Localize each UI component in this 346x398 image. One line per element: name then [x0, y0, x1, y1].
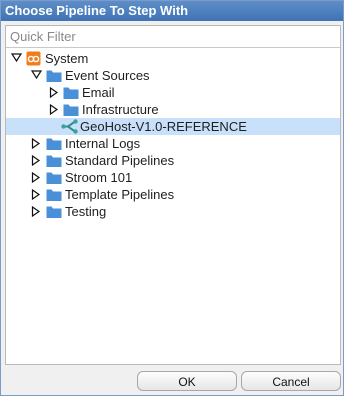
tree-item-label: Internal Logs — [65, 136, 141, 151]
folder-icon — [46, 153, 62, 168]
pipeline-tree: System Event Sources Email Infrastructur… — [6, 50, 340, 220]
expanded-triangle-icon[interactable] — [10, 50, 22, 67]
collapsed-triangle-icon[interactable] — [30, 203, 42, 220]
folder-icon — [46, 136, 62, 151]
tree-item-label: Infrastructure — [82, 102, 159, 117]
tree-item-standard-pipelines[interactable]: Standard Pipelines — [6, 152, 340, 169]
cancel-button[interactable]: Cancel — [241, 371, 341, 391]
tree-item-geohost-pipeline[interactable]: GeoHost-V1.0-REFERENCE — [6, 118, 340, 135]
tree-item-system[interactable]: System — [6, 50, 340, 67]
tree-item-internal-logs[interactable]: Internal Logs — [6, 135, 340, 152]
tree-item-label: Template Pipelines — [65, 187, 175, 202]
tree-panel: System Event Sources Ema — [5, 25, 341, 365]
tree-item-event-sources[interactable]: Event Sources — [6, 67, 340, 84]
collapsed-triangle-icon[interactable] — [30, 152, 42, 169]
collapsed-triangle-icon[interactable] — [30, 169, 42, 186]
tree-item-testing[interactable]: Testing — [6, 203, 340, 220]
ok-button[interactable]: OK — [137, 371, 237, 391]
dialog-footer: OK Cancel — [1, 367, 343, 395]
choose-pipeline-dialog: Choose Pipeline To Step With System — [0, 0, 344, 396]
tree-item-template-pipelines[interactable]: Template Pipelines — [6, 186, 340, 203]
folder-icon — [63, 85, 79, 100]
collapsed-triangle-icon[interactable] — [48, 84, 60, 101]
tree-item-email[interactable]: Email — [6, 84, 340, 101]
expanded-triangle-icon[interactable] — [30, 67, 42, 84]
tree-item-label: Standard Pipelines — [65, 153, 175, 168]
tree-item-label: Email — [82, 85, 115, 100]
tree-item-infrastructure[interactable]: Infrastructure — [6, 101, 340, 118]
pipeline-icon — [61, 119, 78, 134]
folder-icon — [63, 102, 79, 117]
tree-item-label: Event Sources — [65, 68, 150, 83]
collapsed-triangle-icon[interactable] — [30, 186, 42, 203]
tree-item-label: Testing — [65, 204, 107, 219]
collapsed-triangle-icon[interactable] — [30, 135, 42, 152]
folder-icon — [46, 170, 62, 185]
quick-filter-input[interactable] — [6, 26, 340, 48]
collapsed-triangle-icon[interactable] — [48, 101, 60, 118]
tree-item-label: System — [45, 51, 89, 66]
folder-icon — [46, 68, 62, 83]
system-icon — [26, 51, 42, 66]
tree-item-stroom-101[interactable]: Stroom 101 — [6, 169, 340, 186]
folder-icon — [46, 204, 62, 219]
tree-item-label: GeoHost-V1.0-REFERENCE — [80, 119, 247, 134]
dialog-title[interactable]: Choose Pipeline To Step With — [1, 1, 343, 21]
folder-icon — [46, 187, 62, 202]
tree-item-label: Stroom 101 — [65, 170, 133, 185]
